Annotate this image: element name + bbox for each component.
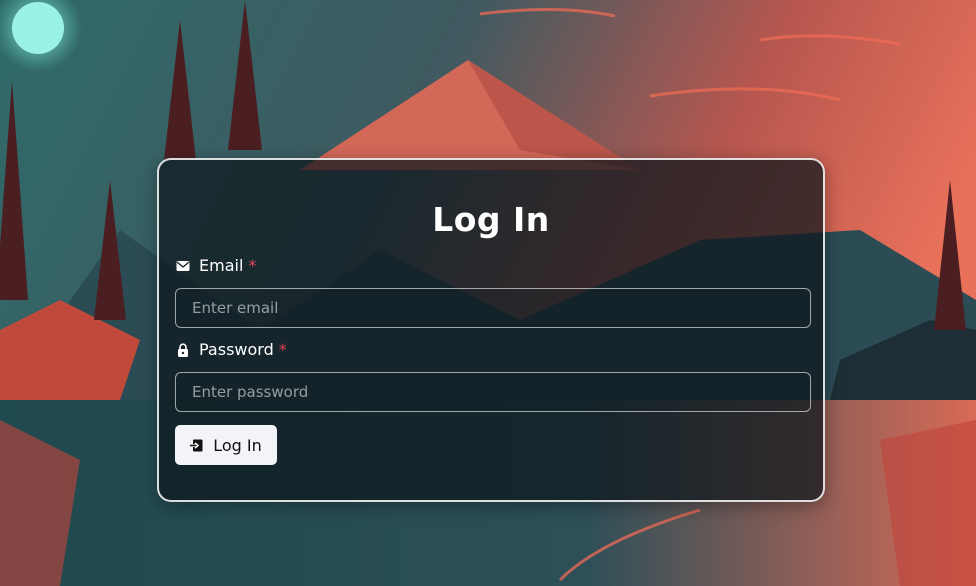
required-asterisk: *: [278, 340, 287, 359]
required-asterisk: *: [248, 256, 257, 275]
envelope-icon: [176, 260, 190, 271]
email-label-text: Email: [199, 256, 244, 275]
password-label-text: Password: [199, 340, 274, 359]
page-title: Log In: [432, 200, 550, 239]
login-card: Log In Email * Password * Log In: [157, 158, 825, 502]
email-input[interactable]: [175, 288, 811, 328]
email-label: Email *: [176, 256, 256, 275]
login-button[interactable]: Log In: [175, 425, 277, 465]
login-icon: [190, 439, 203, 451]
password-input[interactable]: [175, 372, 811, 412]
login-button-label: Log In: [213, 435, 262, 455]
lock-icon: [178, 342, 188, 357]
password-label: Password *: [176, 340, 287, 359]
